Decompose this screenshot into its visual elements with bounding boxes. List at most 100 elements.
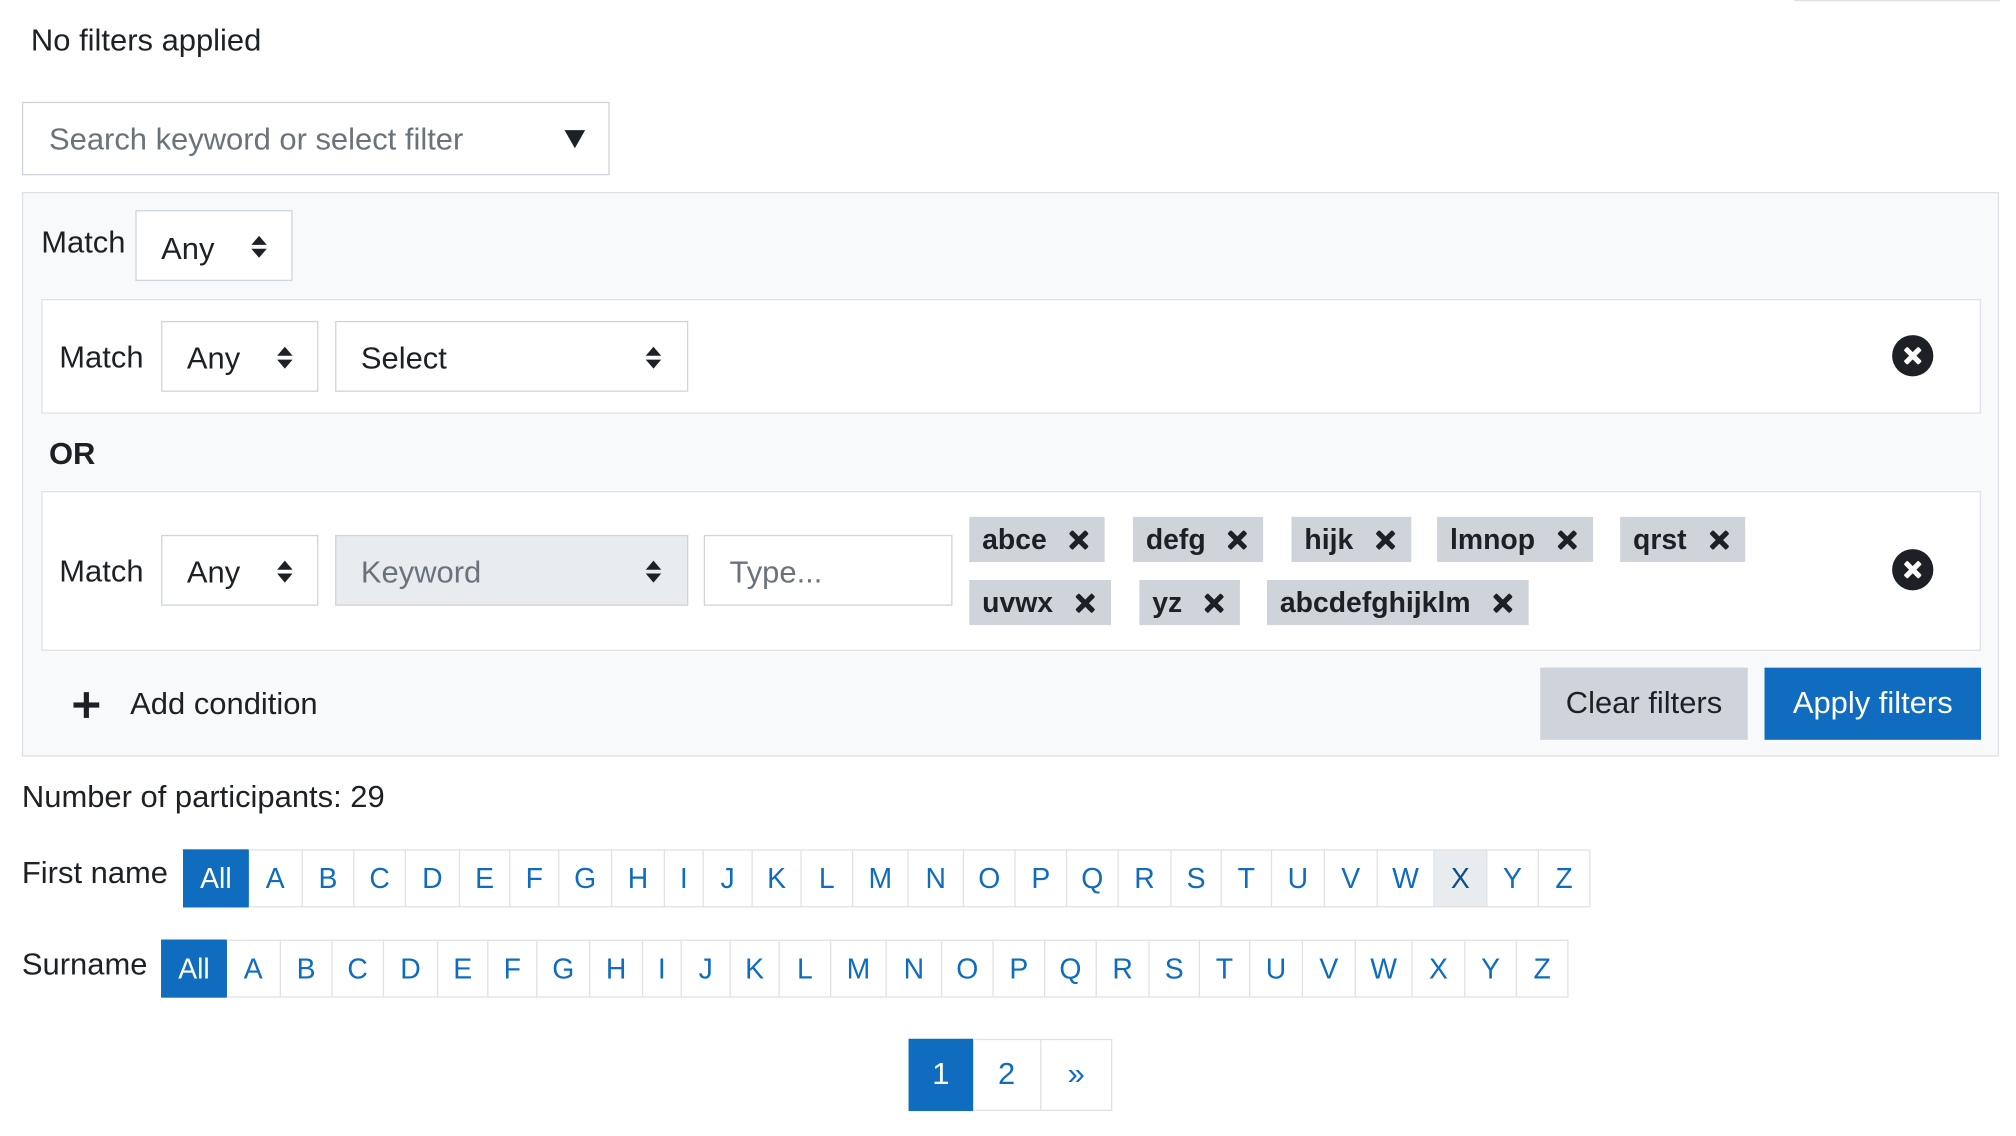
first-initial-f[interactable]: F (510, 849, 560, 908)
surname-initial-s[interactable]: S (1149, 939, 1200, 998)
surname-initial-y[interactable]: Y (1465, 939, 1518, 998)
surname-initial-w[interactable]: W (1355, 939, 1413, 998)
remove-chip-icon[interactable] (1375, 529, 1396, 550)
filterset-match-label: Match (41, 225, 126, 261)
row1-type-select[interactable]: Select (335, 320, 689, 392)
first-initial-k[interactable]: K (752, 849, 802, 908)
surname-initial-v[interactable]: V (1303, 939, 1356, 998)
first-initial-z[interactable]: Z (1538, 849, 1591, 908)
clear-filters-button[interactable]: Clear filters (1540, 667, 1748, 740)
first-initial-u[interactable]: U (1272, 849, 1325, 908)
first-initial-o[interactable]: O (964, 849, 1016, 908)
row2-match-select[interactable]: Any (161, 534, 319, 606)
surname-initial-r[interactable]: R (1096, 939, 1150, 998)
first-initial-t[interactable]: T (1221, 849, 1273, 908)
surname-initial-all[interactable]: All (161, 939, 227, 998)
first-initial-h[interactable]: H (612, 849, 666, 908)
first-initial-w[interactable]: W (1377, 849, 1435, 908)
surname-initial-h[interactable]: H (590, 939, 644, 998)
first-initial-e[interactable]: E (460, 849, 511, 908)
first-name-initials-bar: All A B C D E F G H I J K L M N O P Q R S T U V W X Y Z (183, 849, 1591, 908)
first-name-label: First name (21, 855, 169, 891)
filterset-match-value: Any (161, 232, 215, 267)
row2-match-value: Any (186, 555, 241, 591)
surname-initial-p[interactable]: P (993, 939, 1046, 998)
surname-initial-d[interactable]: D (384, 939, 439, 998)
surname-initial-a[interactable]: A (226, 939, 281, 998)
filterset-match-select[interactable]: Any (135, 210, 293, 281)
surname-initial-x[interactable]: X (1412, 939, 1466, 998)
times-circle-icon[interactable] (1892, 335, 1934, 377)
search-filter-combobox[interactable]: Search keyword or select filter (21, 101, 610, 176)
surname-initial-o[interactable]: O (942, 939, 994, 998)
surname-initial-c[interactable]: C (332, 939, 385, 998)
remove-chip-icon[interactable] (1228, 529, 1249, 550)
first-initial-y[interactable]: Y (1487, 849, 1539, 908)
times-circle-icon[interactable] (1892, 549, 1934, 591)
keyword-chip[interactable]: qrst (1620, 516, 1745, 562)
surname-initial-b[interactable]: B (280, 939, 333, 998)
first-initial-v[interactable]: V (1324, 849, 1378, 908)
remove-chip-icon[interactable] (1492, 592, 1513, 613)
surname-initial-f[interactable]: F (488, 939, 538, 998)
first-initial-b[interactable]: B (302, 849, 355, 908)
keyword-chip[interactable]: lmnop (1437, 516, 1594, 562)
next-page-link[interactable]: » (1041, 1038, 1113, 1112)
chip-label: abce (982, 522, 1047, 555)
row1-match-value: Any (186, 341, 241, 377)
updown-icon (277, 346, 293, 369)
first-initial-i[interactable]: I (665, 849, 704, 908)
remove-chip-icon[interactable] (1204, 592, 1225, 613)
remove-chip-icon[interactable] (1557, 529, 1578, 550)
first-initial-j[interactable]: J (703, 849, 753, 908)
first-initial-q[interactable]: Q (1067, 849, 1119, 908)
first-initial-r[interactable]: R (1118, 849, 1172, 908)
chip-label: lmnop (1450, 522, 1536, 555)
surname-initial-m[interactable]: M (831, 939, 887, 998)
page-1-link[interactable]: 1 (908, 1038, 974, 1112)
first-initial-m[interactable]: M (853, 849, 909, 908)
first-initial-n[interactable]: N (908, 849, 965, 908)
keyword-chip[interactable]: yz (1139, 580, 1241, 626)
first-initial-a[interactable]: A (248, 849, 303, 908)
pagination: 1 2» (908, 1038, 1113, 1112)
first-initial-p[interactable]: P (1015, 849, 1068, 908)
filter-row-2 (41, 491, 1982, 651)
filter-status-text: No filters applied (30, 23, 262, 59)
surname-initial-q[interactable]: Q (1045, 939, 1097, 998)
keyword-chip[interactable]: hijk (1291, 516, 1412, 562)
surname-initial-e[interactable]: E (438, 939, 489, 998)
remove-chip-icon[interactable] (1709, 529, 1730, 550)
first-initial-d[interactable]: D (406, 849, 461, 908)
updown-icon (645, 560, 662, 583)
surname-initial-l[interactable]: L (779, 939, 832, 998)
add-condition-button[interactable]: Add condition (59, 668, 343, 740)
caret-down-icon[interactable] (564, 129, 586, 150)
surname-initial-z[interactable]: Z (1517, 939, 1569, 998)
apply-filters-button[interactable]: Apply filters (1764, 667, 1982, 740)
first-initial-s[interactable]: S (1171, 849, 1222, 908)
surname-initial-t[interactable]: T (1199, 939, 1251, 998)
row2-type-select[interactable]: Keyword (335, 534, 689, 606)
first-initial-c[interactable]: C (354, 849, 407, 908)
keyword-chip[interactable]: abce (969, 516, 1105, 562)
keyword-input[interactable]: Type... (703, 534, 953, 606)
filter-row-1 (41, 299, 1982, 414)
remove-chip-icon[interactable] (1075, 592, 1096, 613)
keyword-chip[interactable]: defg (1132, 516, 1264, 562)
remove-chip-icon[interactable] (1069, 529, 1090, 550)
first-initial-x[interactable]: X (1434, 849, 1488, 908)
surname-initial-j[interactable]: J (681, 939, 731, 998)
first-initial-all[interactable]: All (183, 849, 249, 908)
surname-initial-k[interactable]: K (730, 939, 780, 998)
page-2-link[interactable]: 2 (973, 1038, 1042, 1112)
surname-initial-n[interactable]: N (886, 939, 943, 998)
keyword-chip[interactable]: abcdefghijklm (1266, 580, 1529, 626)
surname-initial-g[interactable]: G (537, 939, 591, 998)
surname-initial-u[interactable]: U (1250, 939, 1304, 998)
surname-initial-i[interactable]: I (643, 939, 682, 998)
first-initial-l[interactable]: L (801, 849, 854, 908)
keyword-chip[interactable]: uvwx (969, 580, 1112, 626)
row1-match-select[interactable]: Any (161, 320, 319, 392)
first-initial-g[interactable]: G (559, 849, 613, 908)
